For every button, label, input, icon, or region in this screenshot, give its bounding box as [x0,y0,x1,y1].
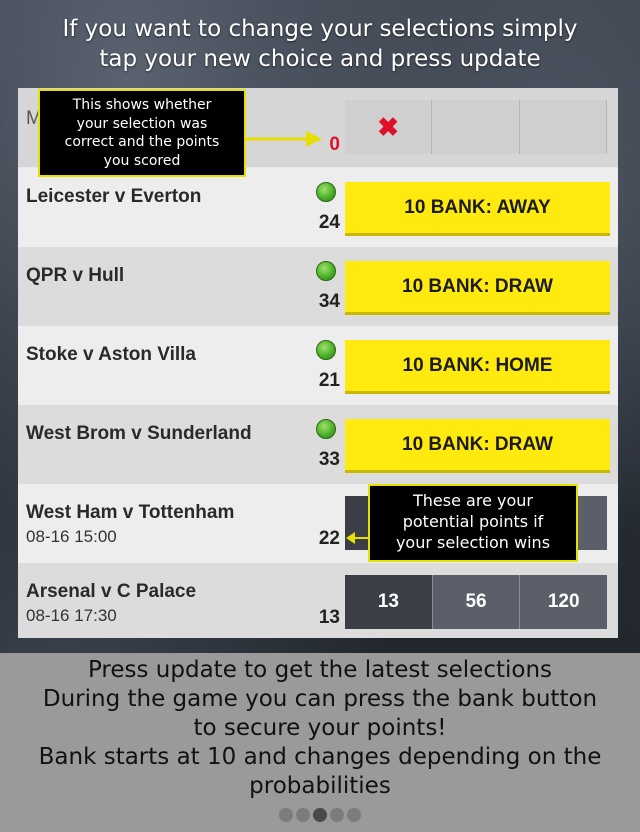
callout-line: This shows whether [72,97,212,113]
green-dot-icon [316,340,336,360]
page-dot-active[interactable] [313,808,327,822]
arrow-icon [346,532,370,544]
page-dot[interactable] [347,808,361,822]
wrong-selection-cell[interactable]: ✖ [345,100,433,154]
green-dot-icon [316,182,336,202]
bottom-caption-line-2: During the game you can press the bank b… [42,686,598,712]
match-points: 33 [318,449,340,470]
match-name: West Ham v Tottenham [26,502,235,523]
page-dot[interactable] [296,808,310,822]
header-selection-cell-2[interactable] [432,100,520,154]
match-name: QPR v Hull [26,265,125,286]
bank-button[interactable]: 10 BANK: HOME [345,340,610,394]
potential-callout: These are your potential points if your … [368,484,578,562]
top-caption-line-2: tap your new choice and press update [99,46,541,72]
match-row: QPR v Hull 34 10 BANK: DRAW [18,247,618,326]
bank-button[interactable]: 10 BANK: DRAW [345,261,610,315]
bank-button[interactable]: 10 BANK: DRAW [345,419,610,473]
top-caption-line-1: If you want to change your selections si… [62,16,578,42]
bottom-caption-line-4: Bank starts at 10 and changes depending … [38,744,602,770]
page-dot[interactable] [330,808,344,822]
result-callout: This shows whether your selection was co… [38,89,246,177]
match-row: Arsenal v C Palace 08-16 17:30 13 13 56 … [18,563,618,638]
match-time: 08-16 15:00 [26,527,117,546]
match-row: Stoke v Aston Villa 21 10 BANK: HOME [18,326,618,405]
match-name: Stoke v Aston Villa [26,344,196,365]
x-mark-icon: ✖ [377,111,400,142]
callout-line: you scored [103,152,181,169]
odds-selector: 13 56 120 [345,575,608,629]
header-selection-group: ✖ [345,100,607,154]
match-points: 21 [318,370,340,391]
header-selection-cell-3[interactable] [519,100,607,154]
callout-line: your selection was [76,115,208,132]
match-points: 22 [318,528,340,549]
bottom-caption-line-1: Press update to get the latest selection… [87,657,553,683]
arrow-icon [246,131,322,147]
page-indicator [279,808,361,822]
bank-button[interactable]: 10 BANK: AWAY [345,182,610,236]
page-dot[interactable] [279,808,293,822]
odds-away-button[interactable]: 120 [520,575,608,629]
odds-home-button[interactable]: 13 [345,575,433,629]
green-dot-icon [316,261,336,281]
bottom-caption-line-5: probabilities [249,773,391,799]
callout-line: These are your [413,491,533,510]
match-name: Leicester v Everton [26,186,202,207]
green-dot-icon [316,419,336,439]
bottom-caption-line-3: to secure your points! [193,715,447,741]
callout-line: your selection wins [395,533,551,552]
bottom-caption: Press update to get the latest selection… [0,656,640,801]
callout-line: potential points if [402,512,544,531]
callout-line: correct and the points [64,134,220,150]
match-time: 08-16 17:30 [26,606,117,625]
match-row: Leicester v Everton 24 10 BANK: AWAY [18,168,618,247]
match-points: 13 [318,607,340,628]
match-name: West Brom v Sunderland [26,423,252,444]
top-caption: If you want to change your selections si… [0,14,640,74]
match-row: West Brom v Sunderland 33 10 BANK: DRAW [18,405,618,484]
match-points: 24 [318,212,340,233]
match-name: Arsenal v C Palace [26,581,197,602]
match-points: 34 [318,291,340,312]
odds-draw-button[interactable]: 56 [432,575,521,629]
